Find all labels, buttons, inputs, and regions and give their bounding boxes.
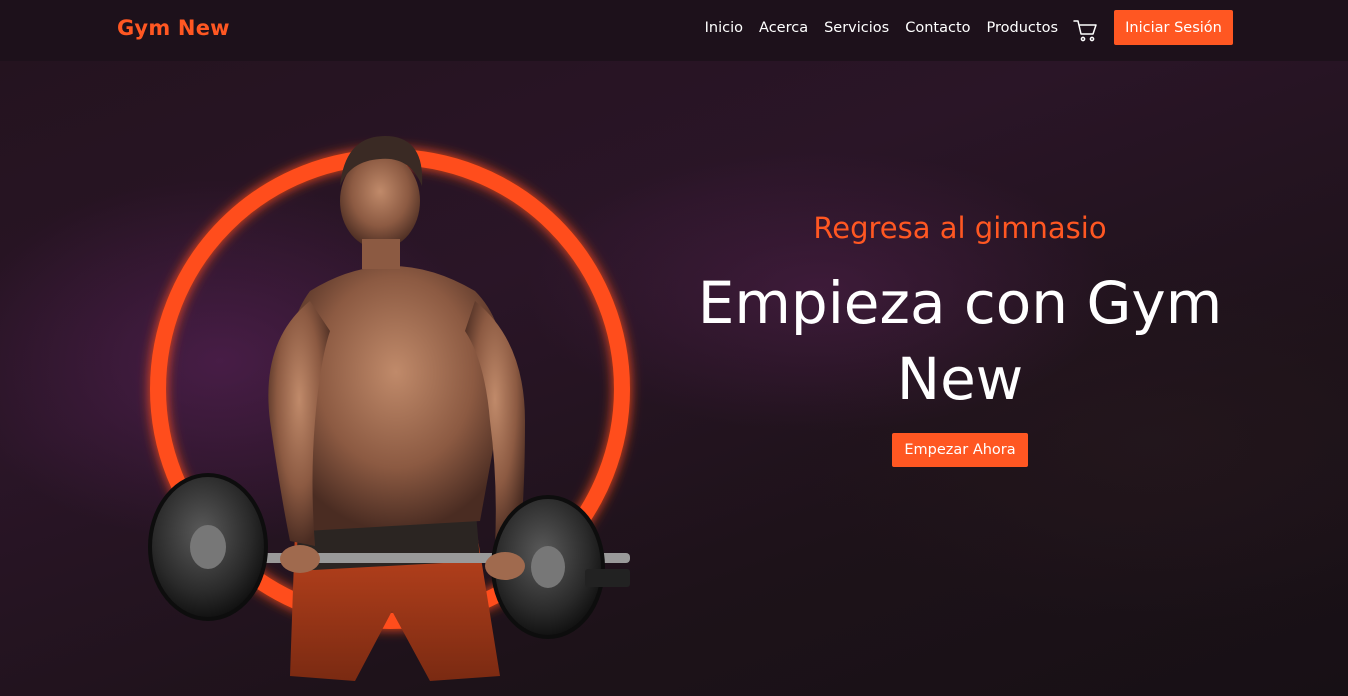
start-now-button[interactable]: Empezar Ahora xyxy=(892,433,1028,467)
hero-text-block: Regresa al gimnasio Empieza con Gym New … xyxy=(680,211,1240,467)
hero-headline: Empieza con Gym New xyxy=(697,269,1223,413)
nav-links: Inicio Acerca Servicios Contacto Product… xyxy=(705,20,1058,36)
brand-logo[interactable]: Gym New xyxy=(117,16,230,40)
nav-link-acerca[interactable]: Acerca xyxy=(759,20,808,36)
shopping-cart-icon[interactable] xyxy=(1073,19,1098,43)
nav-link-servicios[interactable]: Servicios xyxy=(824,20,889,36)
nav-link-contacto[interactable]: Contacto xyxy=(905,20,970,36)
bodybuilder-image xyxy=(148,136,630,681)
nav-link-inicio[interactable]: Inicio xyxy=(705,20,743,36)
login-button[interactable]: Iniciar Sesión xyxy=(1114,10,1233,45)
hero-subtitle: Regresa al gimnasio xyxy=(813,211,1107,245)
nav-link-productos[interactable]: Productos xyxy=(987,20,1058,36)
hero-section: Regresa al gimnasio Empieza con Gym New … xyxy=(0,61,1348,696)
navbar: Gym New Inicio Acerca Servicios Contacto… xyxy=(0,0,1348,61)
